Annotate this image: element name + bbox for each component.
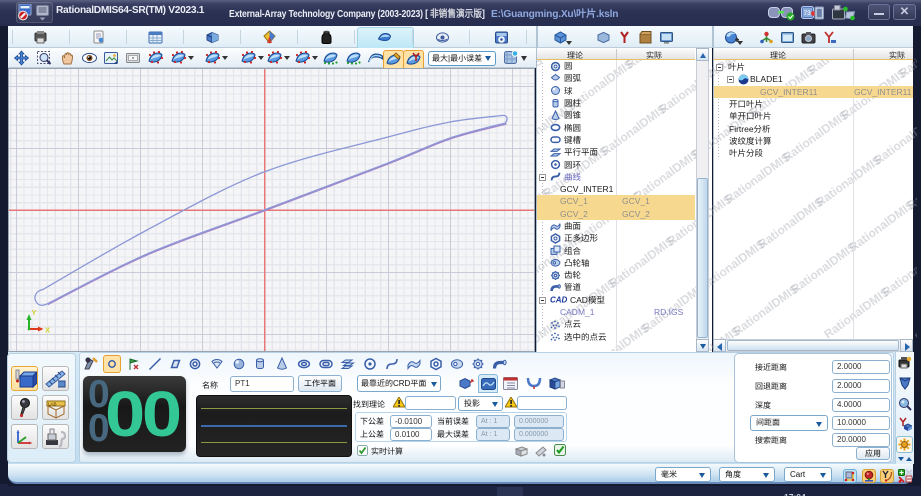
svg-text:LAB: LAB	[48, 402, 57, 407]
svg-text:X: X	[45, 326, 50, 335]
svg-text:73: 73	[804, 10, 812, 17]
svg-text:Y: Y	[32, 308, 37, 317]
svg-text:CAD: CAD	[550, 296, 567, 305]
